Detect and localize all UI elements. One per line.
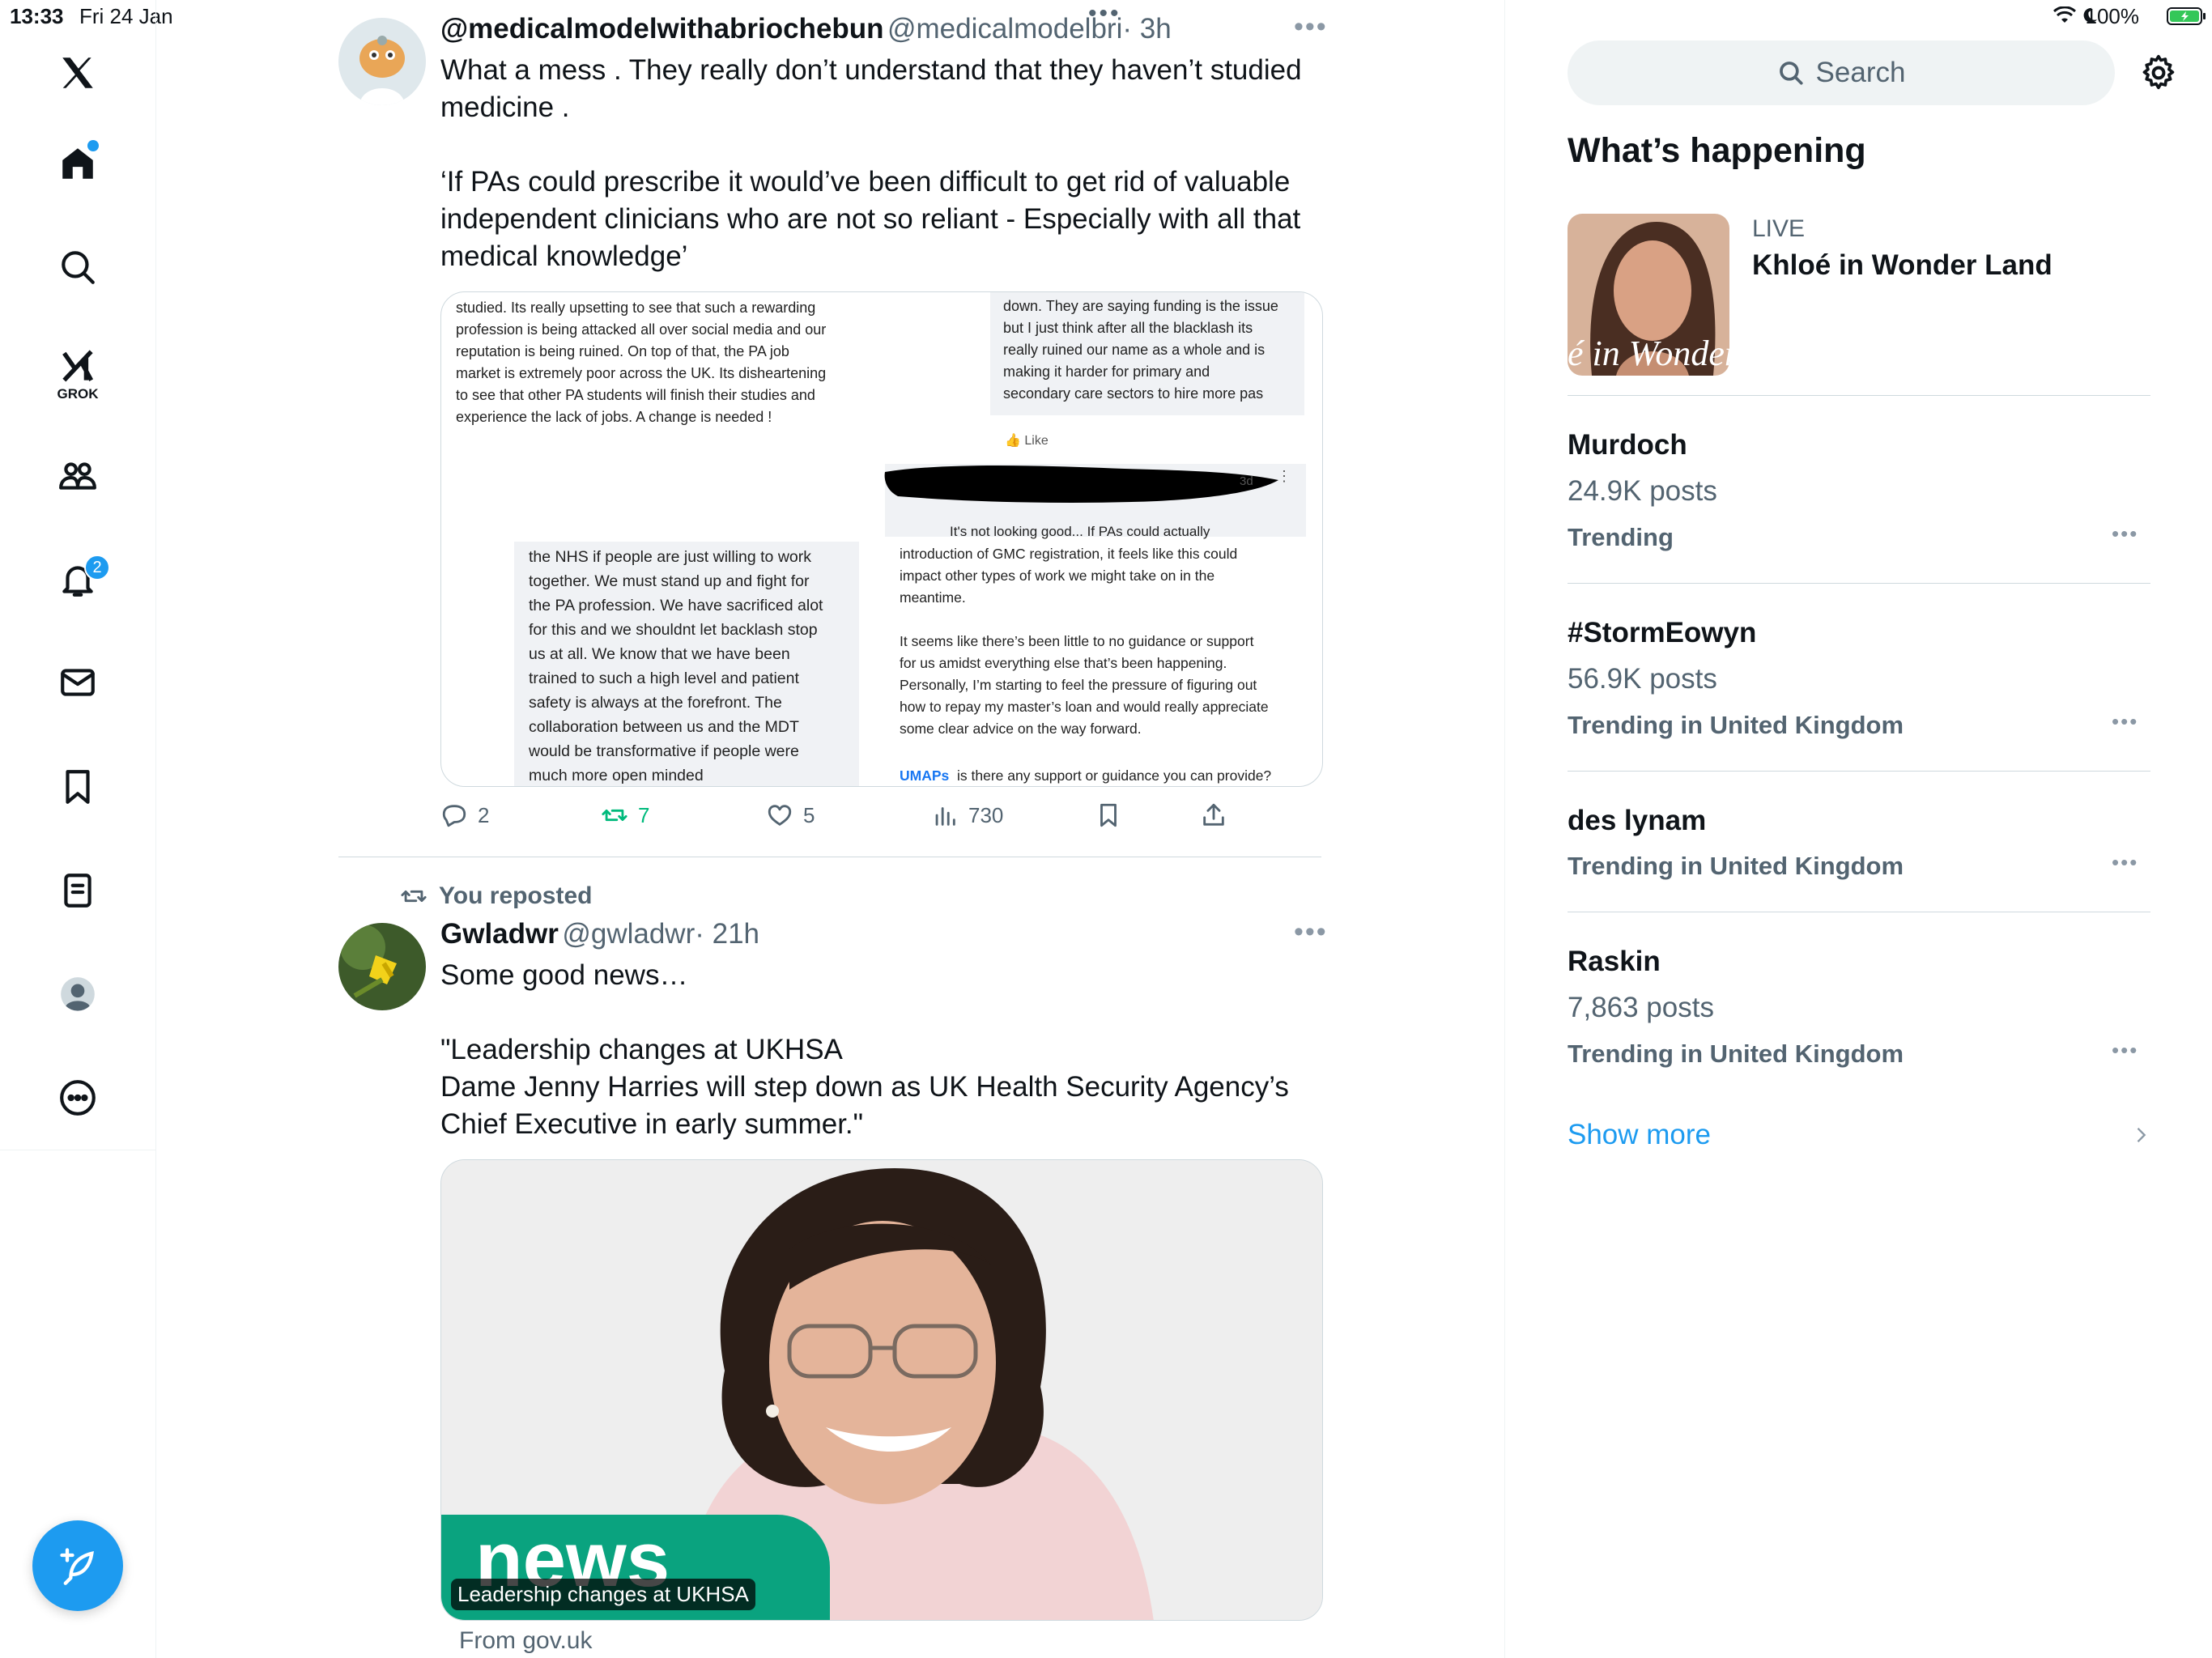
- tweet-author-avatar[interactable]: [338, 18, 426, 105]
- trend-divider: [1568, 771, 2150, 772]
- battery-percent: 100%: [2085, 4, 2140, 28]
- screenshot-umaps-line: UMAPs is there any support or guidance y…: [900, 765, 1272, 786]
- lists-icon[interactable]: [53, 866, 102, 915]
- trend-meta: Trending: [1568, 523, 1674, 551]
- trend-title: Murdoch: [1568, 429, 1687, 461]
- link-card-caption: Leadership changes at UKHSA: [451, 1579, 755, 1610]
- trend-more-icon[interactable]: •••: [2112, 850, 2138, 875]
- repost-context: You reposted: [400, 882, 592, 910]
- tweet-author-name[interactable]: @medicalmodelwithabriochebun: [440, 13, 884, 45]
- trend-divider: [1568, 395, 2150, 396]
- trend-title: #StormEowyn: [1568, 617, 1757, 648]
- search-bar-icon: [1779, 62, 1803, 85]
- bookmark-button[interactable]: [1095, 801, 1122, 829]
- battery-icon: [2167, 7, 2206, 25]
- reply-count: 2: [478, 802, 490, 827]
- more-options-icon[interactable]: [53, 1073, 102, 1122]
- bookmarks-icon[interactable]: [53, 763, 102, 811]
- tweet-time[interactable]: · 3h: [1122, 13, 1171, 45]
- screenshot-text-right-bottom-1: It's not looking good... If PAs could ac…: [950, 524, 1210, 539]
- share-button[interactable]: [1200, 801, 1227, 829]
- live-thumbnail[interactable]: é in Wonder L: [1568, 214, 1729, 376]
- live-title[interactable]: Khloé in Wonder Land: [1752, 249, 2052, 282]
- screenshot-like-text: Like: [1024, 434, 1049, 448]
- trend-title: Raskin: [1568, 946, 1661, 977]
- bookmark-icon: [1100, 803, 1117, 827]
- screenshot-like-label: 👍 Like: [1005, 434, 1049, 448]
- show-more-link[interactable]: Show more: [1568, 1119, 1711, 1151]
- link-card-image[interactable]: news Leadership changes at UKHSA: [440, 1159, 1323, 1621]
- live-thumbnail-text: é in Wonder L: [1568, 334, 1729, 373]
- screenshot-text-right-bottom-2: introduction of GMC registration, it fee…: [900, 546, 1269, 737]
- tweet-more-icon[interactable]: •••: [1294, 11, 1328, 43]
- search-bar[interactable]: Search: [1568, 40, 2115, 105]
- screenshot-text-right-top: down. They are saying funding is the iss…: [1003, 298, 1278, 402]
- redaction-scribble: [884, 466, 1278, 503]
- screenshot-umaps-mention: UMAPs: [900, 767, 950, 784]
- like-button[interactable]: 5: [766, 801, 815, 829]
- messages-icon[interactable]: [53, 658, 102, 707]
- chevron-right-icon: [2137, 1128, 2146, 1142]
- repost-icon: [602, 809, 627, 822]
- compose-post-button[interactable]: [32, 1520, 123, 1611]
- trend-posts: 24.9K posts: [1568, 475, 1717, 507]
- reply-icon: [442, 805, 466, 827]
- trend-more-icon[interactable]: •••: [2112, 1038, 2138, 1063]
- profile-avatar-icon[interactable]: [53, 970, 102, 1018]
- screenshot-text-left-top: studied. Its really upsetting to see tha…: [456, 300, 827, 425]
- communities-icon[interactable]: [53, 452, 102, 500]
- repost-count: 7: [638, 802, 650, 827]
- heart-icon: [768, 805, 792, 826]
- trend-more-icon[interactable]: •••: [2112, 521, 2138, 546]
- tweet2-more-icon[interactable]: •••: [1294, 916, 1328, 948]
- wifi-icon: [2053, 6, 2076, 23]
- notifications-badge: 2: [84, 555, 110, 580]
- trend-posts: 7,863 posts: [1568, 992, 1714, 1023]
- trend-title: des lynam: [1568, 805, 1707, 836]
- views-button[interactable]: 730: [931, 801, 1003, 829]
- screenshot-text-left-bottom: the NHS if people are just willing to wo…: [529, 548, 823, 784]
- views-icon: [935, 807, 955, 826]
- tweet2-time[interactable]: · 21h: [695, 918, 759, 950]
- tweet-media-screenshot[interactable]: studied. Its really upsetting to see tha…: [440, 291, 1323, 787]
- search-icon[interactable]: [53, 243, 102, 291]
- live-label: LIVE: [1752, 215, 1806, 242]
- repost-context-label[interactable]: You reposted: [439, 882, 592, 910]
- grok-label: GROK: [57, 386, 99, 402]
- grok-icon[interactable]: [53, 342, 102, 391]
- tweet-text: What a mess . They really don’t understa…: [440, 54, 1302, 272]
- views-count: 730: [968, 802, 1004, 827]
- home-unread-dot: [87, 140, 99, 151]
- screenshot-umaps-question: is there any support or guidance you can…: [957, 767, 1272, 784]
- tweet2-text: Some good news… "Leadership changes at U…: [440, 959, 1289, 1140]
- trend-divider: [1568, 583, 2150, 584]
- column-separator: [1504, 0, 1505, 1658]
- repost-button[interactable]: 7: [601, 801, 649, 829]
- screenshot-kebab-icon: ⋮: [1277, 468, 1291, 484]
- trend-more-icon[interactable]: •••: [2112, 709, 2138, 734]
- trend-meta: Trending in United Kingdom: [1568, 852, 1904, 880]
- tweet2-author-handle[interactable]: @gwladwr: [562, 918, 695, 950]
- tweet-author-handle[interactable]: @medicalmodelbri: [887, 13, 1122, 45]
- trend-posts: 56.9K posts: [1568, 663, 1717, 695]
- nav-rail: GROK 2: [0, 0, 156, 1658]
- like-count: 5: [803, 802, 815, 827]
- search-placeholder: Search: [1815, 57, 1906, 88]
- reply-button[interactable]: 2: [440, 801, 489, 829]
- x-logo-icon[interactable]: [53, 49, 102, 97]
- share-icon: [1203, 803, 1224, 826]
- settings-gear-icon[interactable]: [2139, 53, 2178, 92]
- tweet-header: @medicalmodelwithabriochebun @medicalmod…: [440, 13, 1172, 45]
- link-card-source[interactable]: From gov.uk: [459, 1627, 593, 1655]
- tweet2-header: Gwladwr @gwladwr· 21h: [440, 918, 759, 950]
- tweet2-author-avatar[interactable]: [338, 923, 426, 1010]
- tweet2-author-name[interactable]: Gwladwr: [440, 918, 559, 950]
- trend-meta: Trending in United Kingdom: [1568, 711, 1904, 739]
- repost-context-icon: [401, 890, 427, 903]
- trend-meta: Trending in United Kingdom: [1568, 1039, 1904, 1068]
- whats-happening-title: What’s happening: [1568, 131, 1866, 170]
- screenshot-age: 3d: [1240, 474, 1253, 488]
